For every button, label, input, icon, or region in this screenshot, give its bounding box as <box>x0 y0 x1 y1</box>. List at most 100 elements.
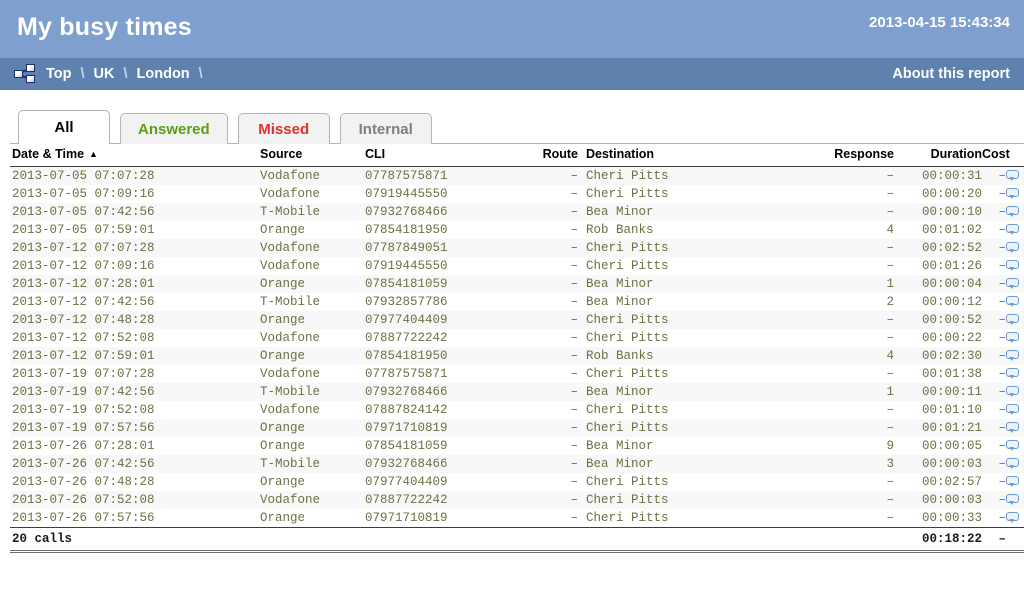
table-row[interactable]: 2013-07-05 07:59:01Orange07854181950–Rob… <box>10 221 1024 239</box>
table-cell-datetime: 2013-07-12 07:42:56 <box>10 293 260 311</box>
column-header-route[interactable]: Route <box>512 144 578 167</box>
note-icon[interactable] <box>1006 278 1019 289</box>
column-header-response[interactable]: Response <box>782 144 894 167</box>
table-row[interactable]: 2013-07-26 07:28:01Orange07854181059–Bea… <box>10 437 1024 455</box>
breadcrumb-item-uk[interactable]: UK <box>94 66 115 82</box>
table-cell-cost: – <box>982 293 1006 311</box>
note-icon[interactable] <box>1006 314 1019 325</box>
table-row[interactable]: 2013-07-19 07:52:08Vodafone07887824142–C… <box>10 401 1024 419</box>
table-row[interactable]: 2013-07-19 07:57:56Orange07971710819–Che… <box>10 419 1024 437</box>
note-icon[interactable] <box>1006 296 1019 307</box>
table-cell-note <box>1006 437 1024 455</box>
table-cell-cli: 07887722242 <box>365 329 512 347</box>
table-cell-destination: Bea Minor <box>578 203 782 221</box>
table-cell-destination: Cheri Pitts <box>578 329 782 347</box>
table-cell-cost: – <box>982 311 1006 329</box>
table-cell-destination: Bea Minor <box>578 437 782 455</box>
tab-internal[interactable]: Internal <box>340 113 432 144</box>
table-cell-route: – <box>512 185 578 203</box>
note-icon[interactable] <box>1006 368 1019 379</box>
note-icon[interactable] <box>1006 188 1019 199</box>
table-row[interactable]: 2013-07-12 07:48:28Orange07977404409–Che… <box>10 311 1024 329</box>
table-row[interactable]: 2013-07-26 07:57:56Orange07971710819–Che… <box>10 509 1024 528</box>
table-cell-cost: – <box>982 167 1006 186</box>
table-cell-cost: – <box>982 239 1006 257</box>
note-icon[interactable] <box>1006 494 1019 505</box>
column-header-destination[interactable]: Destination <box>578 144 782 167</box>
tab-all[interactable]: All <box>18 110 110 144</box>
call-report-table: Date & Time▲ Source CLI Route Destinatio… <box>10 143 1024 553</box>
breadcrumb-item-london[interactable]: London <box>137 66 190 82</box>
column-header-duration[interactable]: Duration <box>894 144 982 167</box>
note-icon[interactable] <box>1006 206 1019 217</box>
table-row[interactable]: 2013-07-19 07:42:56T-Mobile07932768466–B… <box>10 383 1024 401</box>
table-cell-response: – <box>782 329 894 347</box>
note-icon[interactable] <box>1006 350 1019 361</box>
table-cell-datetime: 2013-07-19 07:57:56 <box>10 419 260 437</box>
table-cell-route: – <box>512 383 578 401</box>
note-icon[interactable] <box>1006 170 1019 181</box>
table-cell-datetime: 2013-07-26 07:42:56 <box>10 455 260 473</box>
column-header-datetime[interactable]: Date & Time▲ <box>10 144 260 167</box>
table-cell-datetime: 2013-07-12 07:59:01 <box>10 347 260 365</box>
tab-missed[interactable]: Missed <box>238 113 330 144</box>
table-cell-response: – <box>782 365 894 383</box>
tab-answered[interactable]: Answered <box>120 113 228 144</box>
about-this-report-link[interactable]: About this report <box>892 58 1010 90</box>
table-row[interactable]: 2013-07-12 07:28:01Orange07854181059–Bea… <box>10 275 1024 293</box>
note-icon[interactable] <box>1006 422 1019 433</box>
table-row[interactable]: 2013-07-12 07:07:28Vodafone07787849051–C… <box>10 239 1024 257</box>
table-row[interactable]: 2013-07-26 07:48:28Orange07977404409–Che… <box>10 473 1024 491</box>
table-cell-destination: Cheri Pitts <box>578 419 782 437</box>
table-cell-destination: Cheri Pitts <box>578 167 782 186</box>
note-icon[interactable] <box>1006 512 1019 523</box>
column-header-cost[interactable]: Cost <box>982 144 1006 167</box>
table-cell-datetime: 2013-07-12 07:07:28 <box>10 239 260 257</box>
table-row[interactable]: 2013-07-26 07:42:56T-Mobile07932768466–B… <box>10 455 1024 473</box>
table-cell-duration: 00:02:57 <box>894 473 982 491</box>
column-header-source[interactable]: Source <box>260 144 365 167</box>
table-row[interactable]: 2013-07-12 07:59:01Orange07854181950–Rob… <box>10 347 1024 365</box>
column-header-cli[interactable]: CLI <box>365 144 512 167</box>
table-row[interactable]: 2013-07-12 07:42:56T-Mobile07932857786–B… <box>10 293 1024 311</box>
note-icon[interactable] <box>1006 386 1019 397</box>
table-cell-duration: 00:01:26 <box>894 257 982 275</box>
table-cell-note <box>1006 347 1024 365</box>
tab-bar: All Answered Missed Internal <box>0 108 1024 144</box>
table-row[interactable]: 2013-07-12 07:09:16Vodafone07919445550–C… <box>10 257 1024 275</box>
table-row[interactable]: 2013-07-05 07:07:28Vodafone07787575871–C… <box>10 167 1024 186</box>
table-cell-duration: 00:00:22 <box>894 329 982 347</box>
table-cell-source: Orange <box>260 275 365 293</box>
note-icon[interactable] <box>1006 404 1019 415</box>
note-icon[interactable] <box>1006 242 1019 253</box>
table-cell-cost: – <box>982 275 1006 293</box>
table-row[interactable]: 2013-07-05 07:09:16Vodafone07919445550–C… <box>10 185 1024 203</box>
table-cell-route: – <box>512 419 578 437</box>
table-cell-source: Orange <box>260 473 365 491</box>
table-row[interactable]: 2013-07-05 07:42:56T-Mobile07932768466–B… <box>10 203 1024 221</box>
table-cell-source: Orange <box>260 221 365 239</box>
table-cell-datetime: 2013-07-26 07:52:08 <box>10 491 260 509</box>
column-header-datetime-label: Date & Time <box>12 147 84 161</box>
table-cell-route: – <box>512 311 578 329</box>
note-icon[interactable] <box>1006 332 1019 343</box>
breadcrumb-item-top[interactable]: Top <box>46 66 72 82</box>
note-icon[interactable] <box>1006 260 1019 271</box>
table-cell-duration: 00:01:21 <box>894 419 982 437</box>
table-row[interactable]: 2013-07-26 07:52:08Vodafone07887722242–C… <box>10 491 1024 509</box>
table-cell-source: Vodafone <box>260 365 365 383</box>
table-cell-route: – <box>512 239 578 257</box>
note-icon[interactable] <box>1006 476 1019 487</box>
table-cell-route: – <box>512 221 578 239</box>
note-icon[interactable] <box>1006 224 1019 235</box>
note-icon[interactable] <box>1006 458 1019 469</box>
table-cell-source: Orange <box>260 347 365 365</box>
table-cell-duration: 00:02:52 <box>894 239 982 257</box>
table-row[interactable]: 2013-07-19 07:07:28Vodafone07787575871–C… <box>10 365 1024 383</box>
table-cell-response: 3 <box>782 455 894 473</box>
table-row[interactable]: 2013-07-12 07:52:08Vodafone07887722242–C… <box>10 329 1024 347</box>
table-cell-duration: 00:00:04 <box>894 275 982 293</box>
table-cell-note <box>1006 293 1024 311</box>
note-icon[interactable] <box>1006 440 1019 451</box>
table-cell-note <box>1006 221 1024 239</box>
